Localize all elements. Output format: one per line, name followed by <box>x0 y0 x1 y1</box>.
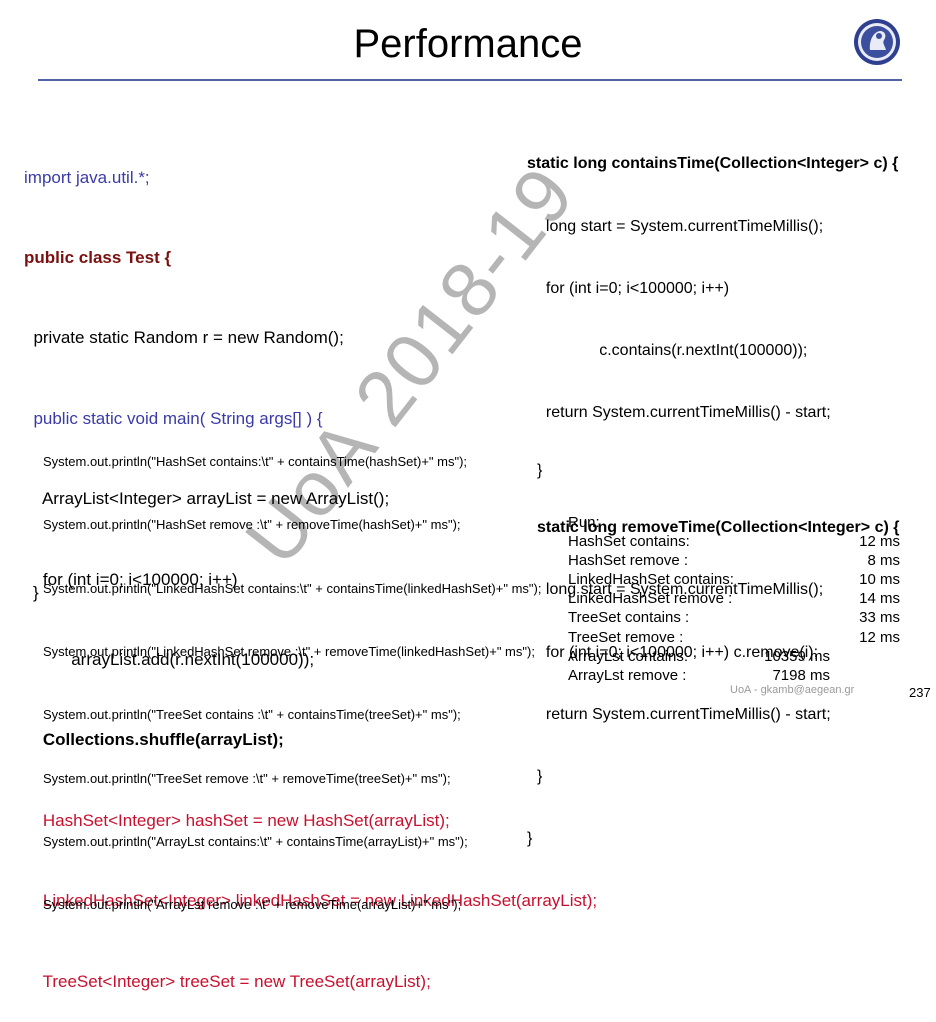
code-line: static long containsTime(Collection<Inte… <box>527 155 899 173</box>
university-seal-icon <box>854 19 900 65</box>
code-line: private static Random r = new Random(); <box>24 328 344 348</box>
result-value: 14 ms <box>859 590 900 608</box>
result-label: LinkedHashSet contains: <box>568 571 734 589</box>
page-number: 237 <box>909 685 931 700</box>
result-row: TreeSet contains : 33 ms <box>568 608 900 627</box>
title-divider <box>38 79 902 81</box>
code-line: TreeSet<Integer> treeSet = new TreeSet(a… <box>24 971 431 991</box>
slide-title: Performance <box>353 22 583 66</box>
code-line: System.out.println("LinkedHashSet remove… <box>43 644 535 660</box>
result-value: 12 ms <box>859 533 900 551</box>
code-line: c.contains(r.nextInt(100000)); <box>537 341 808 359</box>
results-header: Run: <box>568 514 600 531</box>
code-line: System.out.println("LinkedHashSet contai… <box>43 580 542 596</box>
result-row: HashSet contains: 12 ms <box>568 532 900 551</box>
result-label: TreeSet remove : <box>568 628 684 646</box>
closing-brace: } <box>33 583 39 602</box>
code-line: } <box>527 829 533 847</box>
code-line: System.out.println("TreeSet remove :\t" … <box>43 770 451 786</box>
result-value: 33 ms <box>859 609 900 627</box>
println-code-block: System.out.println("HashSet contains:\t"… <box>43 409 541 936</box>
result-row: ArrayLst contains: 10359 ms <box>568 647 900 666</box>
code-line: System.out.println("TreeSet contains :\t… <box>43 707 461 723</box>
code-line: System.out.println("ArrayLst remove :\t"… <box>43 897 462 913</box>
code-line: } <box>537 461 543 479</box>
result-row: TreeSet remove : 12 ms <box>568 628 900 647</box>
helper-methods-code: static long containsTime(Collection<Inte… <box>527 113 899 870</box>
result-label: TreeSet contains : <box>568 609 690 627</box>
result-row: HashSet remove : 8 ms <box>568 551 900 570</box>
result-label: HashSet remove : <box>568 552 689 570</box>
result-value: 10 ms <box>859 571 900 589</box>
result-value: 12 ms <box>859 628 900 646</box>
result-label: LinkedHashSet remove : <box>568 590 733 608</box>
code-line: return System.currentTimeMillis() - star… <box>537 705 831 723</box>
code-line: public class Test { <box>24 247 172 267</box>
result-value: 10359 ms <box>764 647 830 665</box>
code-line: long start = System.currentTimeMillis(); <box>537 217 824 235</box>
result-row: LinkedHashSet remove : 14 ms <box>568 589 900 608</box>
result-label: ArrayLst contains: <box>568 647 689 665</box>
code-line: import java.util.*; <box>24 167 150 187</box>
result-value: 7198 ms <box>772 666 830 684</box>
result-label: HashSet contains: <box>568 533 690 551</box>
code-line: System.out.println("HashSet remove :\t" … <box>43 517 461 533</box>
code-line: } <box>537 767 543 785</box>
result-row: LinkedHashSet contains: 10 ms <box>568 570 900 589</box>
result-value: 8 ms <box>867 552 900 570</box>
code-line: return System.currentTimeMillis() - star… <box>537 403 831 421</box>
result-row: ArrayLst remove : 7198 ms <box>568 666 900 685</box>
code-line: System.out.println("HashSet contains:\t"… <box>43 454 468 470</box>
footer-credit: UoA - gkamb@aegean.gr <box>730 684 855 696</box>
results-table: Run: HashSet contains: 12 ms HashSet rem… <box>568 513 900 685</box>
code-line: System.out.println("ArrayLst contains:\t… <box>43 833 468 849</box>
result-label: ArrayLst remove : <box>568 666 687 684</box>
code-line: for (int i=0; i<100000; i++) <box>537 279 730 297</box>
results-header-row: Run: <box>568 513 900 532</box>
